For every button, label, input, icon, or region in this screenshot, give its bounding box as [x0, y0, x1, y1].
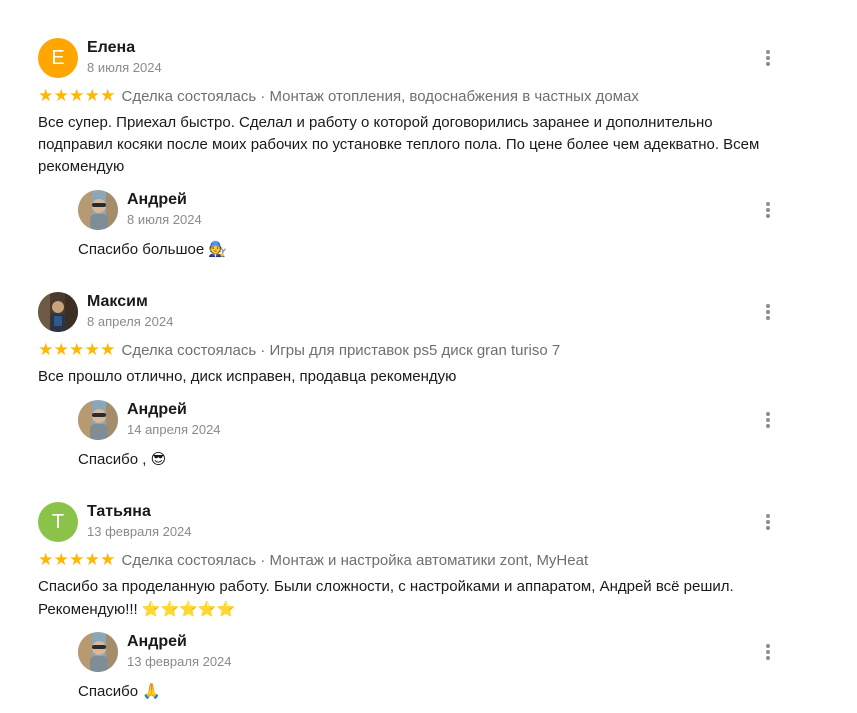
review-header: Е Елена 8 июля 2024 — [38, 38, 770, 78]
review-card: Е Елена 8 июля 2024 ★ ★ ★ ★ ★ Сделка сос… — [38, 38, 770, 178]
review-meta: ★ ★ ★ ★ ★ Сделка состоялась · Монтаж ото… — [38, 86, 761, 106]
review-date: 8 июля 2024 — [87, 60, 162, 75]
more-vertical-icon[interactable] — [761, 409, 775, 431]
reply-header: Андрей 13 февраля 2024 — [78, 632, 770, 672]
star-icon: ★ — [84, 340, 100, 359]
star-icon: ★ — [53, 340, 69, 359]
star-icon: ★ — [69, 340, 85, 359]
star-icon: ★ — [84, 86, 100, 105]
more-vertical-icon[interactable] — [761, 301, 775, 323]
review-header: Т Татьяна 13 февраля 2024 — [38, 502, 770, 542]
star-icon: ★ — [69, 86, 85, 105]
deal-status: Сделка состоялась · Монтаж отопления, во… — [121, 87, 639, 105]
review-header: Максим 8 апреля 2024 — [38, 292, 770, 332]
avatar[interactable]: Е — [38, 38, 78, 78]
deal-status: Сделка состоялась · Игры для приставок p… — [121, 341, 561, 359]
seller-avatar[interactable] — [78, 190, 118, 230]
rating-stars: ★ ★ ★ ★ ★ — [38, 340, 116, 359]
rating-stars: ★ ★ ★ ★ ★ — [38, 550, 116, 569]
more-vertical-icon[interactable] — [761, 199, 775, 221]
more-vertical-icon[interactable] — [761, 47, 775, 69]
avatar[interactable]: Т — [38, 502, 78, 542]
star-icon: ★ — [69, 550, 85, 569]
review-date: 8 апреля 2024 — [87, 314, 174, 329]
seller-reply: Андрей 14 апреля 2024 Спасибо , 😎 — [78, 400, 770, 471]
seller-name[interactable]: Андрей — [127, 191, 187, 209]
reply-date: 8 июля 2024 — [127, 212, 202, 227]
seller-reply: Андрей 13 февраля 2024 Спасибо 🙏 — [78, 632, 770, 703]
seller-name[interactable]: Андрей — [127, 401, 187, 419]
sunglasses-emoji-icon: 😎 — [150, 450, 167, 468]
review-text: Спасибо за проделанную работу. Были слож… — [38, 576, 761, 621]
review-meta: ★ ★ ★ ★ ★ Сделка состоялась · Игры для п… — [38, 340, 761, 360]
star-icon: ★ — [53, 550, 69, 569]
avatar[interactable] — [38, 292, 78, 332]
reply-date: 14 апреля 2024 — [127, 422, 221, 437]
star-icon: ★ — [38, 550, 54, 569]
star-icon: ★ — [38, 86, 54, 105]
avatar-letter: Е — [51, 47, 65, 69]
reply-header: Андрей 8 июля 2024 — [78, 190, 770, 230]
reviewer-name[interactable]: Максим — [87, 293, 148, 311]
review-date: 13 февраля 2024 — [87, 524, 192, 539]
star-icon: ★ — [100, 86, 116, 105]
reviewer-name[interactable]: Елена — [87, 39, 135, 57]
star-icon: ★ — [53, 86, 69, 105]
star-icon: ★ — [100, 550, 116, 569]
reply-text: Спасибо , 😎 — [78, 448, 761, 471]
reply-header: Андрей 14 апреля 2024 — [78, 400, 770, 440]
reply-date: 13 февраля 2024 — [127, 654, 232, 669]
star-emoji-row: ⭐⭐⭐⭐⭐ — [141, 600, 236, 618]
deal-status: Сделка состоялась · Монтаж и настройка а… — [121, 551, 589, 569]
seller-name[interactable]: Андрей — [127, 633, 187, 651]
reply-text-content: Спасибо , — [78, 451, 147, 468]
reply-text: Спасибо большое 🧑‍🔧 — [78, 238, 761, 261]
review-text: Все супер. Приехал быстро. Сделал и рабо… — [38, 114, 760, 175]
seller-avatar[interactable] — [78, 632, 118, 672]
star-icon: ★ — [84, 550, 100, 569]
more-vertical-icon[interactable] — [761, 641, 775, 663]
avatar-letter: Т — [51, 511, 65, 533]
review-card: Т Татьяна 13 февраля 2024 ★ ★ ★ ★ ★ Сдел… — [38, 502, 770, 621]
reply-text-content: Спасибо — [78, 683, 139, 700]
more-vertical-icon[interactable] — [761, 511, 775, 533]
reviewer-name[interactable]: Татьяна — [87, 503, 151, 521]
review-text: Все прошло отлично, диск исправен, прода… — [38, 368, 457, 385]
praying-hands-emoji-icon: 🙏 — [142, 682, 161, 700]
seller-reply: Андрей 8 июля 2024 Спасибо большое 🧑‍🔧 — [78, 190, 770, 261]
rating-stars: ★ ★ ★ ★ ★ — [38, 86, 116, 105]
star-icon: ★ — [100, 340, 116, 359]
reply-text: Спасибо 🙏 — [78, 680, 761, 703]
review-card: Максим 8 апреля 2024 ★ ★ ★ ★ ★ Сделка со… — [38, 292, 770, 388]
seller-avatar[interactable] — [78, 400, 118, 440]
review-meta: ★ ★ ★ ★ ★ Сделка состоялась · Монтаж и н… — [38, 550, 761, 570]
reply-text-content: Спасибо большое — [78, 241, 205, 258]
mechanic-emoji-icon: 🧑‍🔧 — [208, 240, 228, 258]
star-icon: ★ — [38, 340, 54, 359]
